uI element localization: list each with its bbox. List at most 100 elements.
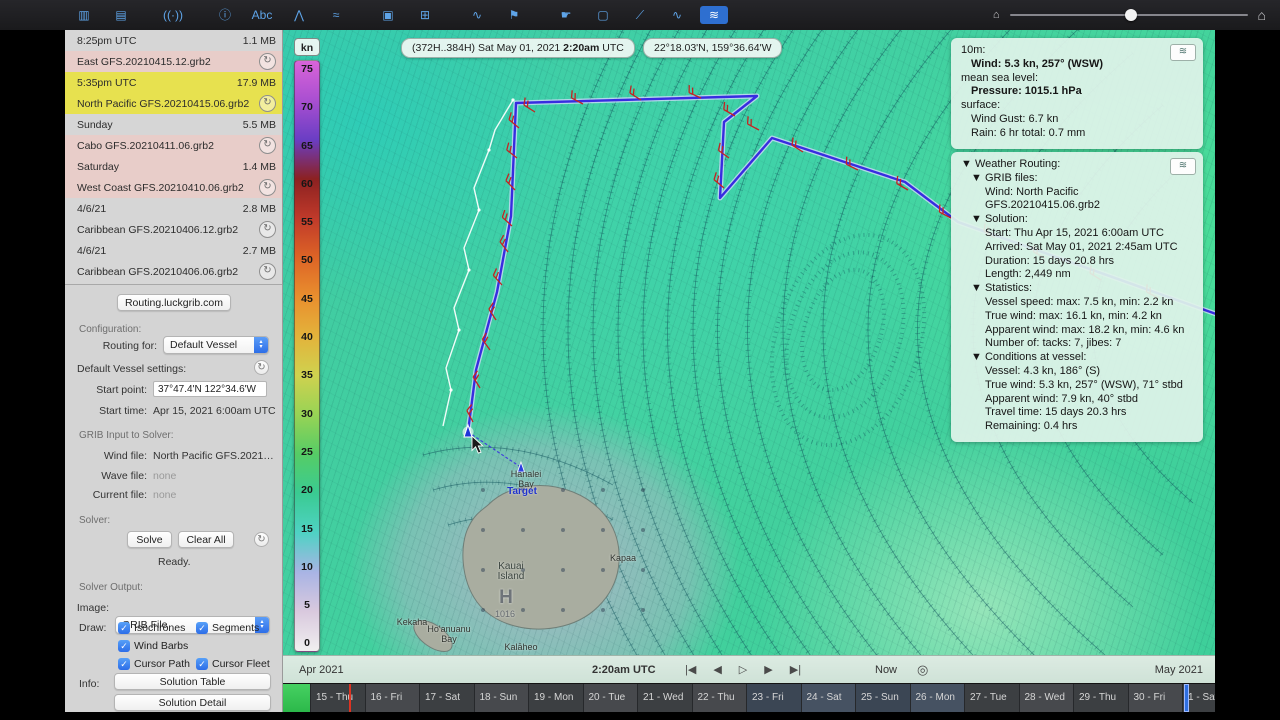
grib-list-row[interactable]: Cabo GFS.20210411.06.grb2 ↻	[65, 135, 282, 156]
pointer-tool-icon[interactable]: ☛	[552, 6, 580, 24]
datestrip-day[interactable]: 16 - Fri	[364, 684, 419, 712]
clear-all-button[interactable]: Clear All	[178, 531, 234, 548]
image-label: Image:	[76, 602, 109, 614]
datestrip-day[interactable]: 26 - Mon	[909, 684, 964, 712]
app-window: ▥ ▤ ((·)) ⓘ Abc ⋀ ≈ ▣ ⊞ ∿ ⚑ ☛ ▢ ⟋ ∿ ≋ ⌂ …	[0, 0, 1280, 720]
datestrip-day[interactable]: 23 - Fri	[746, 684, 801, 712]
panel-line: mean sea level:	[961, 71, 1039, 84]
datestrip-day[interactable]: 29 - Thu	[1073, 684, 1128, 712]
datestrip-day[interactable]: 19 - Mon	[528, 684, 583, 712]
timeline-current-time: 2:20am UTC	[592, 664, 656, 676]
grib-list-row[interactable]: Caribbean GFS.20210406.12.grb2 ↻	[65, 219, 282, 240]
solve-button[interactable]: Solve	[127, 531, 172, 548]
draw-label: Draw:	[79, 622, 107, 634]
datestrip-day[interactable]: 15 - Thu	[310, 684, 365, 712]
datestrip-day[interactable]: 28 - Wed	[1018, 684, 1073, 712]
zoom-slider-knob[interactable]	[1125, 9, 1138, 21]
refresh-icon[interactable]: ↻	[259, 263, 276, 280]
grib-list-row[interactable]: West Coast GFS.20210410.06.grb2 ↻	[65, 177, 282, 198]
checkbox-wind-barbs[interactable]: ✓ Wind Barbs	[118, 639, 188, 653]
routing-for-dropdown[interactable]: Default Vessel ▴ ▾	[163, 336, 269, 354]
configuration-label: Configuration:	[79, 324, 142, 335]
datestrip-day[interactable]: 25 - Sun	[855, 684, 910, 712]
refresh-icon[interactable]: ↻	[259, 137, 276, 154]
checkbox-isochrones[interactable]: ✓ Isochrones	[118, 621, 185, 635]
weather-routing-icon[interactable]: ≋	[700, 6, 728, 24]
datestrip-day[interactable]: 20 - Tue	[582, 684, 637, 712]
text-labels-icon[interactable]: Abc	[248, 6, 276, 24]
grib-list-row[interactable]: Caribbean GFS.20210406.06.grb2 ↻	[65, 261, 282, 282]
meteogram-icon[interactable]: ⋀	[285, 6, 313, 24]
grib-list-row[interactable]: 4/6/21 2.7 MB	[65, 240, 282, 261]
line-tool-icon[interactable]: ⟋	[626, 6, 654, 24]
checkbox-segments[interactable]: ✓ Segments	[196, 621, 259, 635]
current-time-marker[interactable]	[1184, 684, 1189, 712]
datestrip-day[interactable]: 30 - Fri	[1127, 684, 1182, 712]
flag-icon[interactable]: ⚑	[500, 6, 528, 24]
play-button[interactable]: ▷	[739, 656, 747, 684]
grib-list-row[interactable]: Sunday 5.5 MB	[65, 114, 282, 135]
datestrip-day[interactable]: 18 - Sun	[473, 684, 528, 712]
refresh-icon[interactable]: ↻	[259, 95, 276, 112]
date-strip[interactable]: 15 - Thu 16 - Fri 17 - Sat 18 - Sun 19 -…	[283, 683, 1215, 712]
skip-end-button[interactable]: ▶|	[790, 656, 801, 684]
add-annotation-icon[interactable]: ⊞	[411, 6, 439, 24]
grib-row-label: Caribbean GFS.20210406.12.grb2	[77, 223, 239, 236]
grib-list-row[interactable]: 8:25pm UTC 1.1 MB	[65, 30, 282, 51]
high-pressure-value: 1016	[494, 609, 516, 619]
snapshot-icon[interactable]: ▣	[374, 6, 402, 24]
datestrip-day[interactable]: 27 - Tue	[964, 684, 1019, 712]
current-file-label: Current file:	[92, 489, 147, 501]
kekaha-label: Kekaha	[396, 617, 428, 627]
refresh-icon[interactable]: ↻	[259, 179, 276, 196]
zoom-slider[interactable]	[1009, 8, 1248, 22]
panel-expand-icon[interactable]: ≋	[1170, 158, 1196, 175]
datestrip-day[interactable]: 17 - Sat	[419, 684, 474, 712]
select-rect-icon[interactable]: ▢	[589, 6, 617, 24]
skip-start-button[interactable]: |◀	[685, 656, 696, 684]
panel-expand-icon[interactable]: ≋	[1170, 44, 1196, 61]
step-forward-button[interactable]: ▶	[764, 656, 772, 684]
refresh-icon[interactable]: ↻	[259, 53, 276, 70]
checkbox-cursor-fleet[interactable]: ✓ Cursor Fleet	[196, 657, 270, 671]
grib-row-label: 8:25pm UTC	[77, 34, 137, 47]
routing-site-button[interactable]: Routing.luckgrib.com	[117, 294, 231, 311]
now-button[interactable]: Now	[875, 656, 897, 684]
grib-list-row[interactable]: Saturday 1.4 MB	[65, 156, 282, 177]
loop-icon[interactable]: ◎	[917, 656, 928, 684]
grib-row-size: 1.4 MB	[242, 160, 276, 173]
polyline-tool-icon[interactable]: ∿	[663, 6, 691, 24]
grib-list-row[interactable]: 4/6/21 2.8 MB	[65, 198, 282, 219]
start-point-input[interactable]: 37°47.4'N 122°34.6'W	[153, 381, 267, 397]
solution-detail-button[interactable]: Solution Detail	[114, 694, 271, 711]
grib-row-size: 2.8 MB	[242, 202, 276, 215]
grib-list-row[interactable]: 5:35pm UTC 17.9 MB	[65, 72, 282, 93]
zoom-in-home-icon[interactable]: ⌂	[1258, 7, 1266, 23]
broadcast-download-icon[interactable]: ((·))	[159, 6, 187, 24]
graph-icon[interactable]: ∿	[463, 6, 491, 24]
scale-tick-label: 20	[301, 484, 313, 497]
vessel-settings-button[interactable]: ↻	[254, 360, 269, 375]
datestrip-day[interactable]: 24 - Sat	[800, 684, 855, 712]
datestrip-day[interactable]: 22 - Thu	[691, 684, 746, 712]
step-back-button[interactable]: ◀	[713, 656, 721, 684]
layout-columns-icon[interactable]: ▥	[70, 6, 98, 24]
grib-list-row[interactable]: East GFS.20210415.12.grb2 ↻	[65, 51, 282, 72]
solver-options-button[interactable]: ↻	[254, 532, 269, 547]
checkbox-cursor-path[interactable]: ✓ Cursor Path	[118, 657, 190, 671]
grib-row-size: 5.5 MB	[242, 118, 276, 131]
datestrip-prev-grib-block	[283, 684, 310, 712]
panel-line: Length: 2,449 nm	[985, 268, 1071, 281]
panel-line: surface:	[961, 99, 1001, 112]
scale-tick-label: 25	[301, 445, 313, 458]
solution-table-button[interactable]: Solution Table	[114, 673, 271, 690]
weather-map[interactable]: Hanalei Bay Target Kapaa Kauai Island Keka…	[283, 30, 1215, 655]
layout-panes-icon[interactable]: ▤	[107, 6, 135, 24]
zoom-out-home-icon[interactable]: ⌂	[993, 9, 1000, 21]
waves-icon[interactable]: ≈	[322, 6, 350, 24]
grib-list-row[interactable]: North Pacific GFS.20210415.06.grb2 ↻	[65, 93, 282, 114]
info-icon[interactable]: ⓘ	[211, 6, 239, 24]
refresh-icon[interactable]: ↻	[259, 221, 276, 238]
datestrip-day[interactable]: 21 - Wed	[637, 684, 692, 712]
panel-line: Vessel speed: max: 7.5 kn, min: 2.2 kn	[985, 295, 1174, 308]
